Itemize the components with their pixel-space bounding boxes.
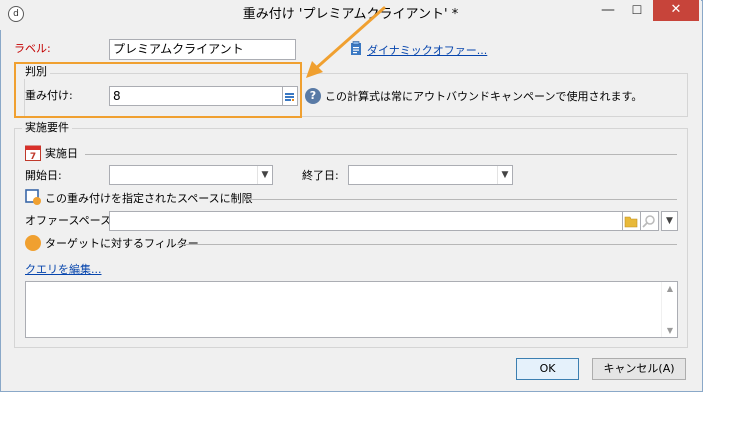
calendar-icon: 7 <box>25 144 41 162</box>
scroll-down-icon[interactable]: ▼ <box>662 326 678 335</box>
filter-section-title: ターゲットに対するフィルター <box>45 237 199 250</box>
formula-icon <box>285 93 294 101</box>
label-caption: ラベル: <box>14 42 51 55</box>
offer-space-dropdown[interactable]: ▼ <box>661 211 678 231</box>
filter-section-divider <box>177 244 677 245</box>
decision-group-title: 判別 <box>22 65 50 79</box>
offer-space-label: オファースペース: <box>25 214 115 227</box>
edit-query-link[interactable]: クエリを編集... <box>25 261 102 277</box>
end-date-label: 終了日: <box>302 169 339 182</box>
formula-editor-button[interactable] <box>283 86 298 106</box>
maximize-button[interactable]: ☐ <box>623 0 651 22</box>
cancel-button[interactable]: キャンセル(A) <box>592 358 686 380</box>
svg-text:7: 7 <box>30 152 36 161</box>
space-section-divider <box>244 199 677 200</box>
annotation-arrow-icon <box>306 6 386 78</box>
help-icon: ? <box>305 88 321 104</box>
scroll-up-icon[interactable]: ▲ <box>662 284 678 293</box>
filter-icon <box>25 235 41 251</box>
date-section-title: 実施日 <box>45 147 78 160</box>
requirements-group-title: 実施要件 <box>22 121 72 135</box>
weight-input[interactable]: 8 <box>109 86 283 106</box>
space-section-title: この重み付けを指定されたスペースに制限 <box>45 192 253 205</box>
folder-icon <box>624 216 638 228</box>
end-date-select[interactable]: ▼ <box>348 165 513 185</box>
query-textarea[interactable]: ▲ ▼ <box>25 281 678 338</box>
start-date-label: 開始日: <box>25 169 62 182</box>
chevron-down-icon: ▼ <box>497 166 512 184</box>
help-text: この計算式は常にアウトバウンドキャンペーンで使用されます。 <box>325 90 643 103</box>
search-icon <box>642 215 655 228</box>
ok-button[interactable]: OK <box>516 358 579 380</box>
search-button[interactable] <box>641 211 659 231</box>
minimize-button[interactable]: — <box>594 0 622 22</box>
chevron-down-icon: ▼ <box>257 166 272 184</box>
folder-button[interactable] <box>623 211 641 231</box>
weight-label: 重み付け: <box>25 89 73 102</box>
start-date-select[interactable]: ▼ <box>109 165 273 185</box>
label-input[interactable]: プレミアムクライアント <box>109 39 296 60</box>
vertical-scrollbar[interactable]: ▲ ▼ <box>661 282 677 337</box>
space-restrict-icon <box>25 189 42 206</box>
close-button[interactable]: ✕ <box>653 0 699 21</box>
chevron-down-icon: ▼ <box>666 216 673 226</box>
date-section-divider <box>85 154 677 155</box>
offer-space-input[interactable] <box>109 211 623 231</box>
